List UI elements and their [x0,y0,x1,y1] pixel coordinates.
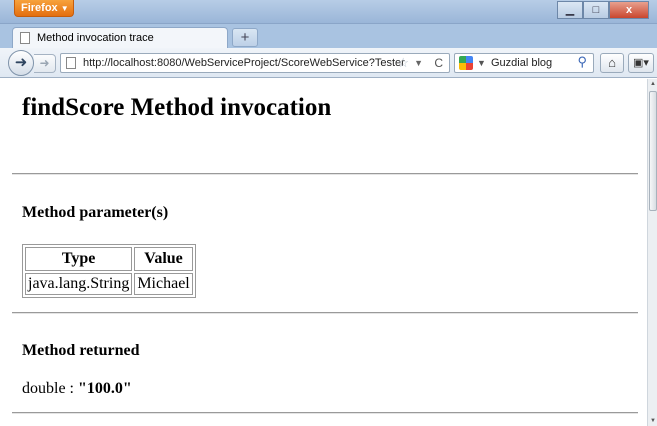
horizontal-rule [12,412,638,414]
back-button[interactable]: ➜ [8,50,34,76]
firefox-menu-label: Firefox [21,2,58,14]
firefox-menu-button[interactable]: Firefox ▼ [14,0,74,17]
column-header-type: Type [25,247,133,271]
column-header-value: Value [134,247,193,271]
close-icon[interactable]: x [609,1,649,19]
bookmark-star-icon[interactable]: ☆ [397,54,409,72]
minimize-icon[interactable]: ▁ [557,1,583,19]
arrow-left-icon: ➜ [14,54,28,71]
horizontal-rule [12,312,638,314]
address-bar[interactable]: http://localhost:8080/WebServiceProject/… [60,53,450,73]
home-button[interactable]: ⌂ [600,53,624,73]
tab-bar: Method invocation trace + [0,24,657,48]
search-engine-icon[interactable] [459,56,473,70]
reload-icon[interactable]: C [434,54,443,72]
table-header-row: Type Value [25,247,193,271]
return-value-line: double : "100.0" [22,380,132,398]
title-bar: Firefox ▼ ▁ □ x [0,0,657,24]
table-row: java.lang.String Michael [25,273,193,295]
params-table: Type Value java.lang.String Michael [22,244,196,298]
bookmarks-button[interactable]: ▣▾ [628,53,654,73]
param-value-cell: Michael [134,273,193,295]
chevron-down-icon[interactable]: ▼ [477,54,486,72]
tab-method-invocation-trace[interactable]: Method invocation trace [12,27,228,48]
horizontal-rule [12,173,638,175]
search-text: Guzdial blog [491,57,553,69]
chevron-down-icon: ▼ [60,4,69,13]
page-icon [66,57,76,69]
scrollbar-thumb[interactable] [649,91,657,211]
arrow-right-icon: ➜ [39,56,50,70]
return-value: "100.0" [78,380,132,397]
maximize-icon[interactable]: □ [583,1,609,19]
forward-button[interactable]: ➜ [34,54,56,73]
new-tab-button[interactable]: + [232,28,258,47]
scroll-up-icon[interactable]: ▲ [648,79,657,89]
home-icon: ⌂ [608,55,616,70]
vertical-scrollbar[interactable]: ▲ ▼ [647,79,657,426]
scroll-down-icon[interactable]: ▼ [648,416,657,426]
plus-icon: + [240,29,250,46]
page-icon [20,32,30,44]
param-type-cell: java.lang.String [25,273,133,295]
history-dropdown-icon[interactable]: ▼ [414,54,423,72]
page-content: findScore Method invocation Method param… [0,79,647,426]
tab-title: Method invocation trace [37,32,154,44]
search-icon[interactable]: ⚲ [577,53,587,71]
window-controls: ▁ □ x [557,1,649,19]
url-text: http://localhost:8080/WebServiceProject/… [83,57,405,69]
return-type: double : [22,380,78,397]
navigation-toolbar: ➜ ➜ http://localhost:8080/WebServiceProj… [0,48,657,78]
bookmarks-icon: ▣▾ [633,57,649,69]
returned-heading: Method returned [22,342,140,359]
page-title: findScore Method invocation [22,94,332,121]
search-box[interactable]: ▼ Guzdial blog ⚲ [454,53,594,73]
params-heading: Method parameter(s) [22,204,169,221]
